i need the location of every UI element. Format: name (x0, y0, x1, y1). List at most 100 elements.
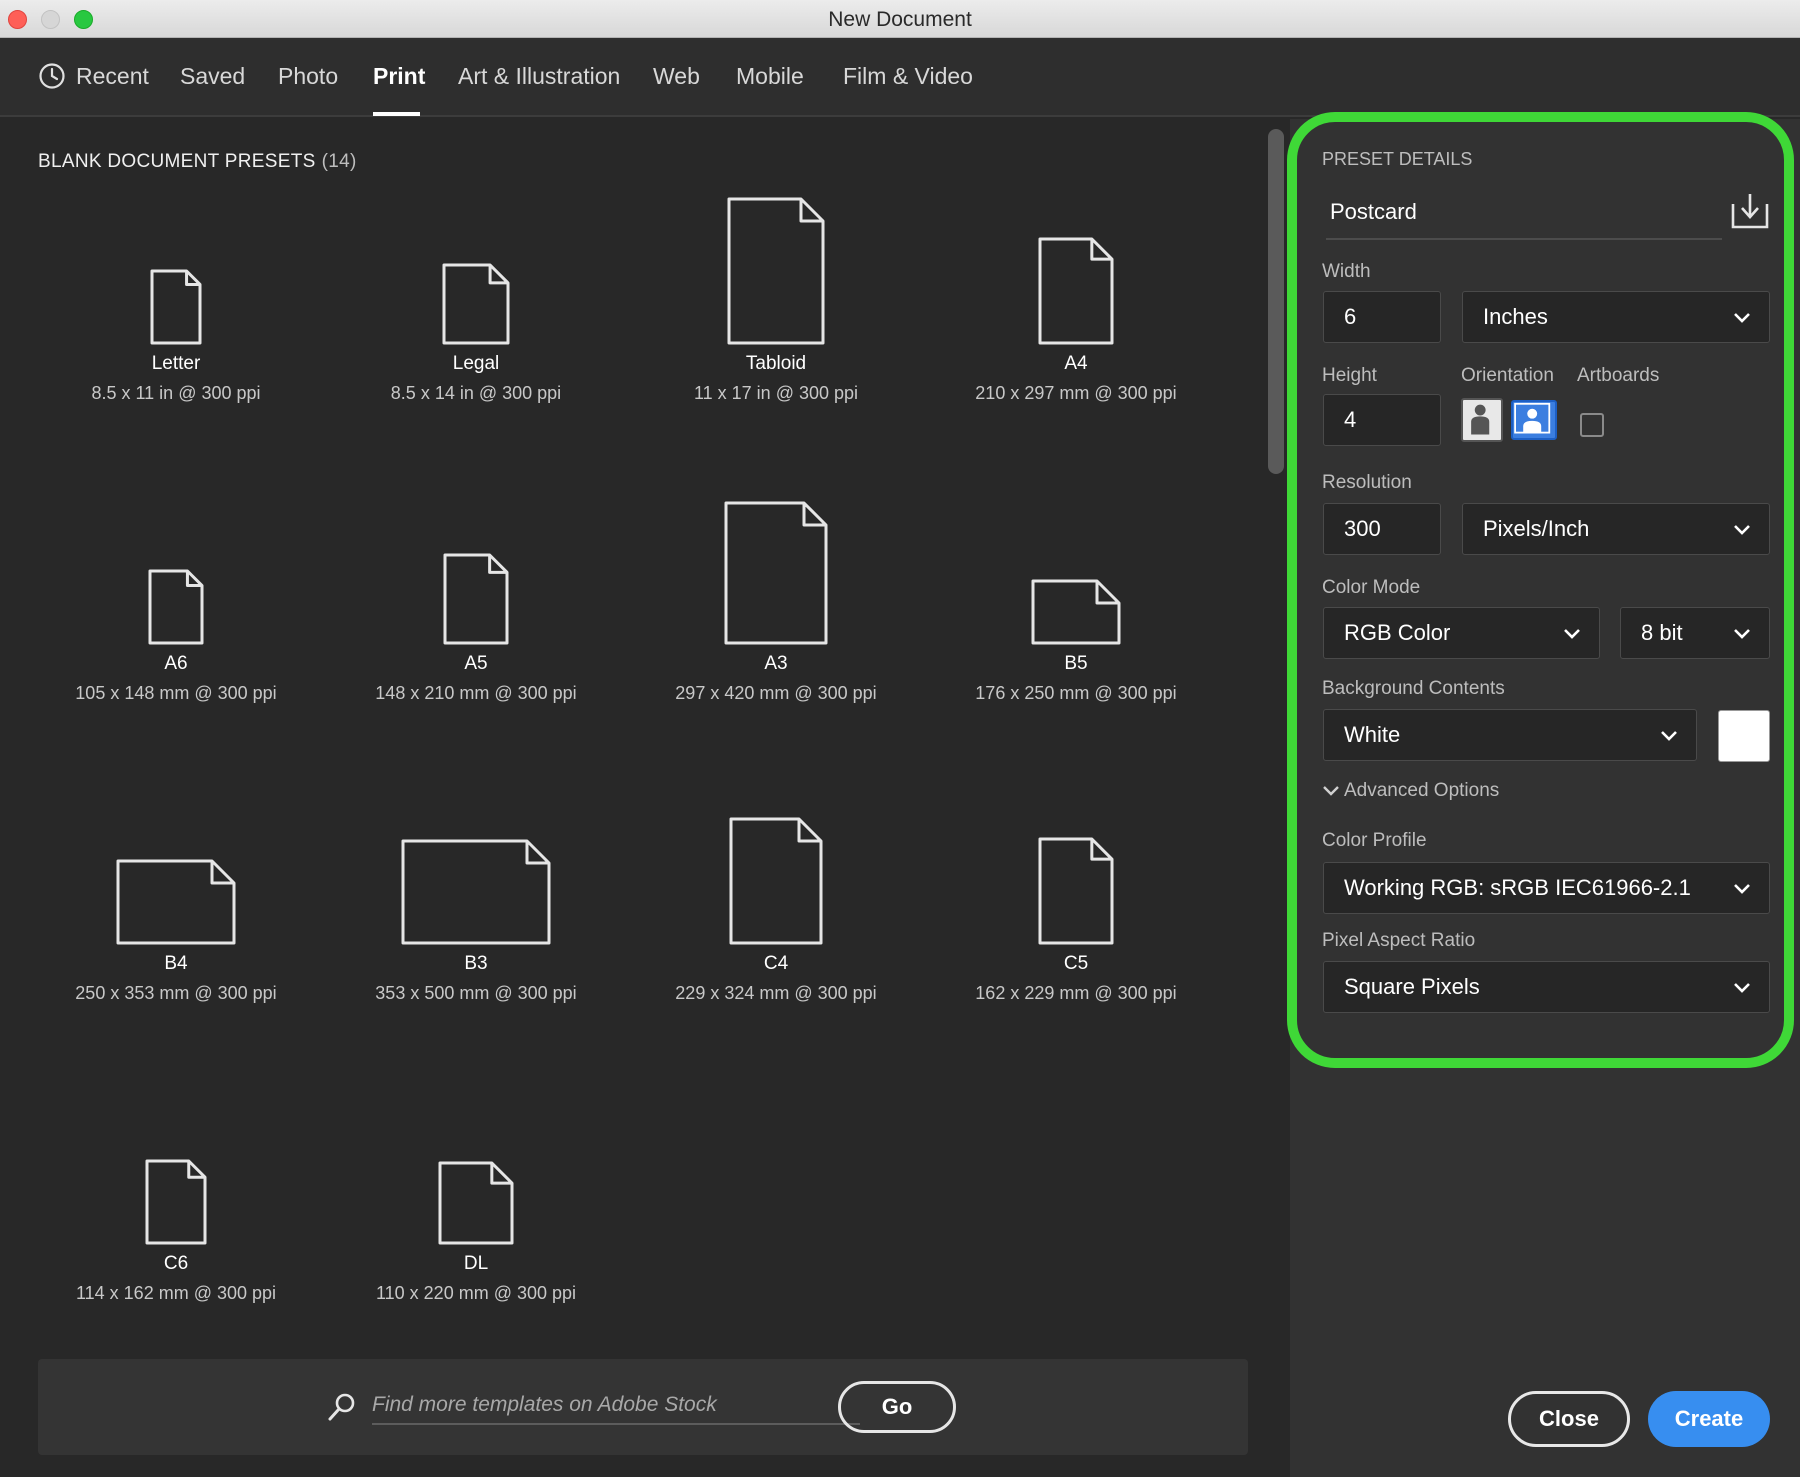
background-color-swatch[interactable] (1718, 710, 1770, 762)
document-icon (438, 1161, 514, 1245)
width-unit-select[interactable]: Inches (1462, 291, 1770, 343)
pixel-aspect-ratio-select[interactable]: Square Pixels (1323, 961, 1770, 1013)
close-button[interactable]: Close (1508, 1391, 1630, 1447)
preset-dimensions: 11 x 17 in @ 300 ppi (693, 383, 859, 403)
tab-web[interactable]: Web (653, 63, 700, 90)
preset-name: B4 (164, 953, 188, 974)
preset-tile[interactable]: Legal 8.5 x 14 in @ 300 ppi (326, 119, 626, 419)
preset-dimensions: 297 x 420 mm @ 300 ppi (675, 683, 877, 703)
document-icon (1031, 579, 1121, 645)
advanced-options-toggle[interactable]: Advanced Options (1322, 780, 1499, 802)
landscape-orientation-button[interactable] (1511, 400, 1557, 440)
preset-dimensions: 110 x 220 mm @ 300 ppi (375, 1283, 577, 1303)
go-button[interactable]: Go (838, 1381, 956, 1433)
chevron-down-icon (1734, 884, 1750, 894)
landscape-person-icon (1514, 402, 1551, 434)
preset-dimensions: 176 x 250 mm @ 300 ppi (975, 683, 1177, 703)
resolution-label: Resolution (1322, 472, 1412, 493)
preset-name: B3 (464, 953, 488, 974)
tab-print[interactable]: Print (373, 63, 425, 90)
preset-name: A5 (464, 653, 488, 674)
color-profile-label: Color Profile (1322, 830, 1427, 851)
preset-tile[interactable]: C5 162 x 229 mm @ 300 ppi (926, 719, 1226, 1019)
preset-name: B5 (1064, 653, 1088, 674)
bit-depth-select[interactable]: 8 bit (1620, 607, 1770, 659)
tab-art-illustration[interactable]: Art & Illustration (458, 63, 620, 90)
preset-dimensions: 8.5 x 14 in @ 300 ppi (390, 383, 562, 403)
preset-name-field[interactable]: Postcard (1326, 190, 1722, 240)
document-icon (1038, 837, 1114, 945)
preset-tile[interactable]: B4 250 x 353 mm @ 300 ppi (26, 719, 326, 1019)
orientation-label: Orientation (1461, 365, 1554, 386)
document-icon (401, 839, 551, 945)
resolution-input[interactable]: 300 (1323, 503, 1441, 555)
document-icon (443, 553, 509, 645)
color-mode-label: Color Mode (1322, 577, 1421, 598)
preset-tile[interactable]: C6 114 x 162 mm @ 300 ppi (26, 1019, 326, 1319)
preset-tile[interactable]: DL 110 x 220 mm @ 300 ppi (326, 1019, 626, 1319)
document-icon (442, 263, 510, 345)
preset-name: Letter (151, 353, 201, 374)
document-icon (729, 817, 823, 945)
preset-dimensions: 210 x 297 mm @ 300 ppi (975, 383, 1177, 403)
color-profile-select[interactable]: Working RGB: sRGB IEC61966-2.1 (1323, 862, 1770, 914)
preset-tile[interactable]: A6 105 x 148 mm @ 300 ppi (26, 419, 326, 719)
width-input[interactable]: 6 (1323, 291, 1441, 343)
portrait-person-icon (1471, 404, 1490, 435)
preset-dimensions: 8.5 x 11 in @ 300 ppi (91, 383, 261, 403)
chevron-down-icon (1323, 786, 1339, 796)
preset-dimensions: 353 x 500 mm @ 300 ppi (375, 983, 577, 1003)
window-title: New Document (828, 8, 972, 31)
preset-tile[interactable]: B3 353 x 500 mm @ 300 ppi (326, 719, 626, 1019)
height-input[interactable]: 4 (1323, 394, 1441, 446)
preset-tile[interactable]: B5 176 x 250 mm @ 300 ppi (926, 419, 1226, 719)
document-icon (1038, 237, 1114, 345)
preset-name: C5 (1063, 953, 1089, 974)
document-icon (116, 859, 236, 945)
artboards-checkbox[interactable] (1580, 413, 1604, 437)
category-tabs: Recent Saved Photo Print Art & Illustrat… (0, 38, 1800, 117)
preset-tile[interactable]: A3 297 x 420 mm @ 300 ppi (626, 419, 926, 719)
preset-dimensions: 148 x 210 mm @ 300 ppi (375, 683, 577, 703)
background-contents-select[interactable]: White (1323, 709, 1697, 761)
pixel-aspect-ratio-label: Pixel Aspect Ratio (1322, 930, 1476, 951)
preset-dimensions: 162 x 229 mm @ 300 ppi (975, 983, 1177, 1003)
presets-panel: BLANK DOCUMENT PRESETS (14) Letter 8.5 x 1… (0, 119, 1290, 1477)
resolution-unit-select[interactable]: Pixels/Inch (1462, 503, 1770, 555)
preset-name: C6 (163, 1253, 189, 1274)
width-label: Width (1322, 261, 1371, 282)
color-mode-select[interactable]: RGB Color (1323, 607, 1600, 659)
preset-name: Legal (452, 353, 500, 374)
preset-name: A3 (764, 653, 788, 674)
scrollbar[interactable] (1268, 129, 1284, 474)
chevron-down-icon (1734, 629, 1750, 639)
document-icon (145, 1159, 207, 1245)
preset-tile[interactable]: A4 210 x 297 mm @ 300 ppi (926, 119, 1226, 419)
preset-tile[interactable]: C4 229 x 324 mm @ 300 ppi (626, 719, 926, 1019)
preset-details-title: PRESET DETAILS (1322, 149, 1473, 169)
preset-tile[interactable]: Tabloid 11 x 17 in @ 300 ppi (626, 119, 926, 419)
create-button[interactable]: Create (1648, 1391, 1770, 1447)
stock-search-input[interactable] (372, 1387, 860, 1425)
preset-name: C4 (763, 953, 789, 974)
tab-film-video[interactable]: Film & Video (843, 63, 973, 90)
preset-tile[interactable]: Letter 8.5 x 11 in @ 300 ppi (26, 119, 326, 419)
document-icon (150, 269, 202, 345)
tab-recent[interactable]: Recent (76, 63, 149, 90)
tab-saved[interactable]: Saved (180, 63, 245, 90)
chevron-down-icon (1734, 313, 1750, 323)
tab-photo[interactable]: Photo (278, 63, 338, 90)
preset-name: A4 (1064, 353, 1088, 374)
save-preset-icon[interactable] (1730, 192, 1770, 230)
preset-name: A6 (164, 653, 188, 674)
document-icon (724, 501, 828, 645)
stock-search-bar: Go (38, 1359, 1248, 1455)
height-label: Height (1322, 365, 1377, 386)
tab-mobile[interactable]: Mobile (736, 63, 804, 90)
document-icon (727, 197, 825, 345)
portrait-orientation-button[interactable] (1461, 398, 1503, 442)
preset-tile[interactable]: A5 148 x 210 mm @ 300 ppi (326, 419, 626, 719)
preset-dimensions: 250 x 353 mm @ 300 ppi (75, 983, 277, 1003)
active-tab-indicator (373, 112, 420, 116)
chevron-down-icon (1734, 983, 1750, 993)
